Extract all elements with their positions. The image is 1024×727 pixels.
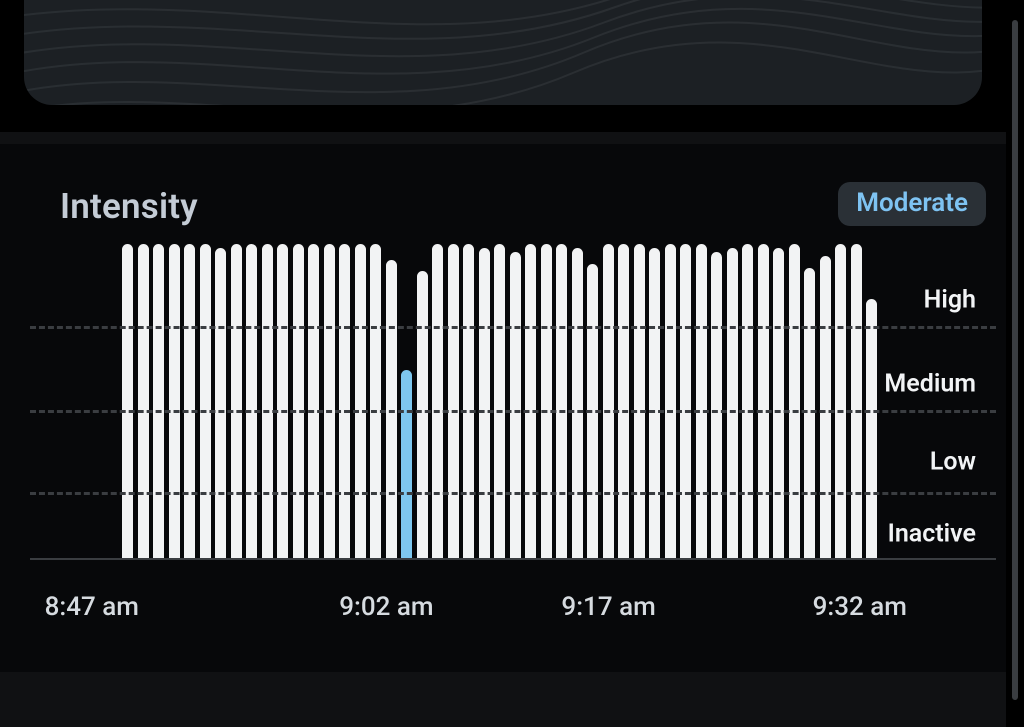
bars-container bbox=[30, 244, 996, 558]
intensity-bar[interactable] bbox=[215, 248, 226, 558]
intensity-bar[interactable] bbox=[448, 244, 459, 558]
x-axis: 8:47 am 9:02 am 9:17 am 9:32 am bbox=[0, 592, 966, 632]
x-axis-label: 9:32 am bbox=[813, 592, 907, 622]
intensity-bar[interactable] bbox=[417, 271, 428, 558]
intensity-bar[interactable] bbox=[680, 244, 691, 558]
topographic-lines-icon bbox=[24, 0, 982, 105]
intensity-bar[interactable] bbox=[758, 244, 769, 558]
intensity-bar[interactable] bbox=[355, 244, 366, 558]
panel-title: Intensity bbox=[60, 186, 198, 227]
intensity-bar[interactable] bbox=[525, 244, 536, 558]
y-axis-label: High bbox=[924, 286, 976, 315]
scrollbar-thumb[interactable] bbox=[1012, 20, 1018, 700]
intensity-bar[interactable] bbox=[835, 244, 846, 558]
intensity-bar[interactable] bbox=[866, 299, 877, 558]
intensity-bar[interactable] bbox=[603, 244, 614, 558]
intensity-bar[interactable] bbox=[339, 244, 350, 558]
intensity-bar[interactable] bbox=[200, 244, 211, 558]
intensity-bar[interactable] bbox=[727, 248, 738, 558]
intensity-bar[interactable] bbox=[246, 244, 257, 558]
intensity-bar[interactable] bbox=[277, 244, 288, 558]
intensity-bar[interactable] bbox=[665, 244, 676, 558]
intensity-bar[interactable] bbox=[696, 244, 707, 558]
intensity-bar[interactable] bbox=[789, 244, 800, 558]
intensity-bar[interactable] bbox=[324, 244, 335, 558]
x-axis-label: 9:02 am bbox=[339, 592, 433, 622]
intensity-bar[interactable] bbox=[541, 244, 552, 558]
intensity-badge: Moderate bbox=[838, 182, 986, 226]
intensity-bar[interactable] bbox=[308, 244, 319, 558]
gridline bbox=[30, 326, 996, 329]
intensity-bar[interactable] bbox=[184, 244, 195, 558]
y-axis-label: Low bbox=[930, 448, 976, 477]
intensity-chart: High Medium Low Inactive bbox=[30, 244, 996, 558]
intensity-bar[interactable] bbox=[494, 244, 505, 558]
intensity-bar[interactable] bbox=[432, 244, 443, 558]
x-axis-label: 9:17 am bbox=[561, 592, 655, 622]
intensity-bar[interactable] bbox=[618, 244, 629, 558]
gridline bbox=[30, 410, 996, 413]
intensity-bar[interactable] bbox=[649, 248, 660, 558]
intensity-bar[interactable] bbox=[773, 248, 784, 558]
activity-map-card bbox=[24, 0, 982, 105]
intensity-bar[interactable] bbox=[742, 244, 753, 558]
gridline bbox=[30, 492, 996, 495]
intensity-bar[interactable] bbox=[820, 256, 831, 558]
intensity-bar[interactable] bbox=[711, 252, 722, 558]
intensity-bar[interactable] bbox=[572, 248, 583, 558]
intensity-panel: Intensity Moderate High Medium Low Inactive… bbox=[0, 144, 1006, 672]
intensity-bar[interactable] bbox=[556, 244, 567, 558]
intensity-bar[interactable] bbox=[463, 244, 474, 558]
y-axis-label: Medium bbox=[884, 370, 976, 399]
y-axis-label: Inactive bbox=[888, 520, 976, 549]
section-divider-bottom bbox=[0, 672, 1006, 727]
baseline bbox=[30, 558, 996, 560]
intensity-bar[interactable] bbox=[293, 244, 304, 558]
intensity-bar[interactable] bbox=[138, 244, 149, 558]
intensity-bar[interactable] bbox=[401, 370, 412, 558]
intensity-bar[interactable] bbox=[169, 244, 180, 558]
intensity-bar[interactable] bbox=[386, 260, 397, 558]
intensity-bar[interactable] bbox=[851, 244, 862, 558]
intensity-bar[interactable] bbox=[370, 244, 381, 558]
x-axis-label: 8:47 am bbox=[45, 592, 139, 622]
intensity-bar[interactable] bbox=[262, 244, 273, 558]
section-divider bbox=[0, 132, 1006, 144]
intensity-bar[interactable] bbox=[153, 244, 164, 558]
intensity-bar[interactable] bbox=[510, 252, 521, 558]
intensity-bar[interactable] bbox=[122, 244, 133, 558]
intensity-bar[interactable] bbox=[634, 244, 645, 558]
scrollbar-track[interactable] bbox=[1006, 0, 1024, 727]
intensity-bar[interactable] bbox=[231, 244, 242, 558]
intensity-bar[interactable] bbox=[479, 248, 490, 558]
